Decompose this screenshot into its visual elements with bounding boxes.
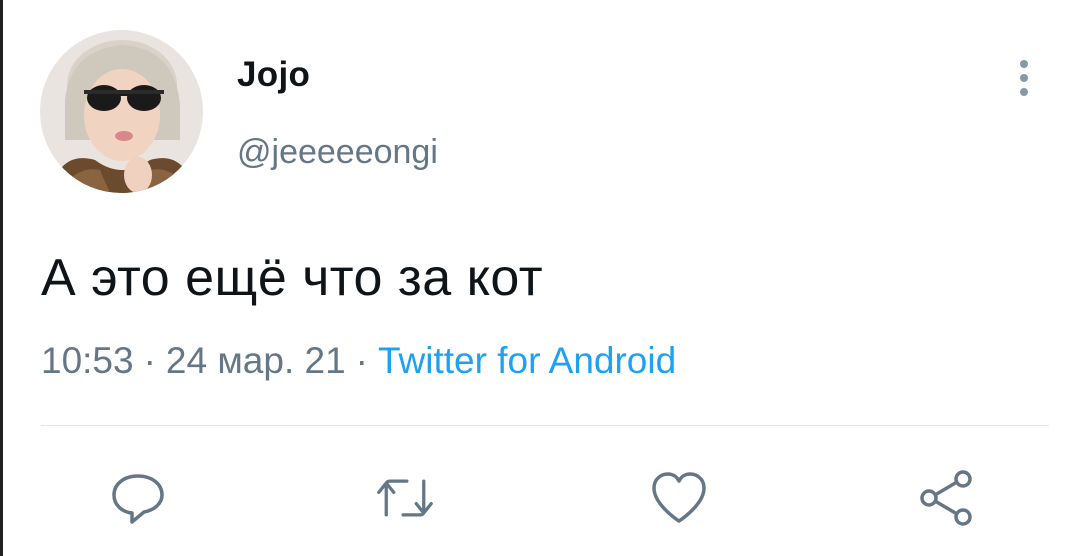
meta-separator: ·: [143, 340, 156, 381]
share-icon: [920, 470, 972, 526]
tweet-date: 24 мар. 21: [165, 340, 346, 381]
avatar[interactable]: [40, 30, 203, 193]
tweet-source-link[interactable]: Twitter for Android: [378, 340, 676, 381]
more-dot: [1020, 74, 1028, 82]
meta-separator: ·: [355, 340, 368, 381]
divider: [41, 425, 1049, 426]
avatar-image: [40, 30, 203, 193]
user-handle[interactable]: @jeeeeeongi: [237, 133, 438, 172]
tweet-card: Jojo @jeeeeeongi А это ещё что за кот 10…: [0, 0, 1080, 556]
tweet-time: 10:53: [41, 340, 134, 381]
more-vertical-icon[interactable]: [1009, 58, 1039, 98]
like-button[interactable]: [649, 468, 709, 528]
display-name[interactable]: Jojo: [237, 55, 310, 95]
more-dot: [1020, 88, 1028, 96]
more-dot: [1020, 60, 1028, 68]
tweet-text: А это ещё что за кот: [41, 249, 544, 307]
share-button[interactable]: [916, 468, 976, 528]
tweet-meta: 10:53 · 24 мар. 21 · Twitter for Android: [41, 340, 676, 382]
retweet-icon: [377, 479, 433, 517]
retweet-button[interactable]: [375, 468, 435, 528]
heart-icon: [652, 472, 706, 523]
reply-button[interactable]: [108, 468, 168, 528]
reply-icon: [112, 474, 164, 524]
